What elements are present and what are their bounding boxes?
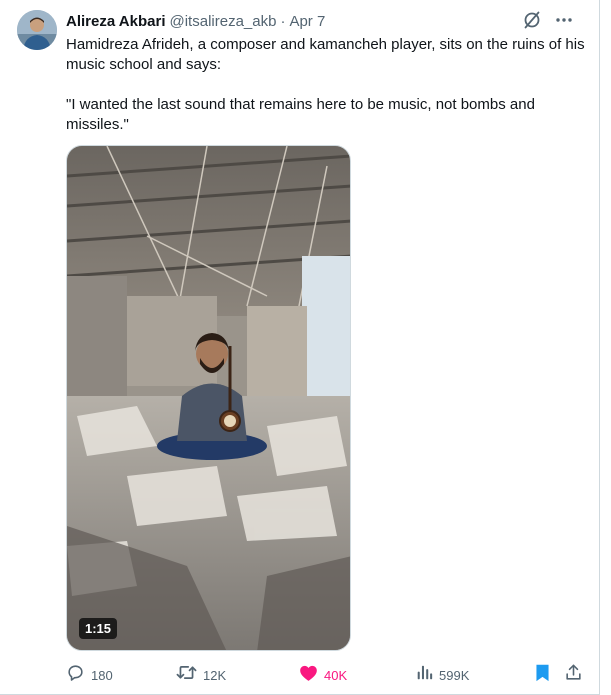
repost-count: 12K: [203, 667, 227, 683]
bookmark-icon: [534, 663, 551, 687]
more-icon[interactable]: [553, 9, 575, 31]
author-name[interactable]: Alireza Akbari: [66, 13, 166, 30]
action-bar: 180 12K 40K 599K: [66, 662, 586, 688]
like-count: 40K: [324, 667, 348, 683]
tweet-text: Hamidreza Afrideh, a composer and kamanc…: [66, 35, 586, 135]
views-icon: [416, 664, 433, 686]
tweet-paragraph: Hamidreza Afrideh, a composer and kamanc…: [66, 36, 585, 73]
reply-button[interactable]: 180: [66, 662, 113, 688]
like-icon: [299, 664, 318, 687]
reply-icon: [66, 663, 85, 687]
like-button[interactable]: 40K: [299, 662, 347, 688]
video-thumbnail: [67, 146, 350, 650]
avatar[interactable]: [17, 10, 57, 50]
tweet-date[interactable]: Apr 7: [289, 13, 325, 30]
tweet-paragraph: "I wanted the last sound that remains he…: [66, 96, 535, 133]
repost-button[interactable]: 12K: [176, 662, 226, 688]
share-icon: [564, 663, 583, 687]
tweet-card[interactable]: Alireza Akbari @itsalireza_akb · Apr 7 H…: [0, 0, 600, 695]
repost-icon: [176, 663, 197, 687]
views-count: 599K: [439, 667, 470, 683]
separator-dot: ·: [280, 12, 286, 30]
reply-count: 180: [91, 667, 113, 683]
tweet-header: Alireza Akbari @itsalireza_akb · Apr 7: [66, 11, 579, 31]
video-player[interactable]: 1:15: [66, 145, 351, 651]
author-handle[interactable]: @itsalireza_akb: [170, 13, 277, 30]
bookmark-button[interactable]: [534, 662, 551, 688]
video-duration: 1:15: [79, 618, 118, 639]
grok-icon[interactable]: [521, 9, 543, 31]
share-button[interactable]: [564, 662, 583, 688]
views-button[interactable]: 599K: [416, 662, 469, 688]
header-actions: [521, 9, 575, 31]
